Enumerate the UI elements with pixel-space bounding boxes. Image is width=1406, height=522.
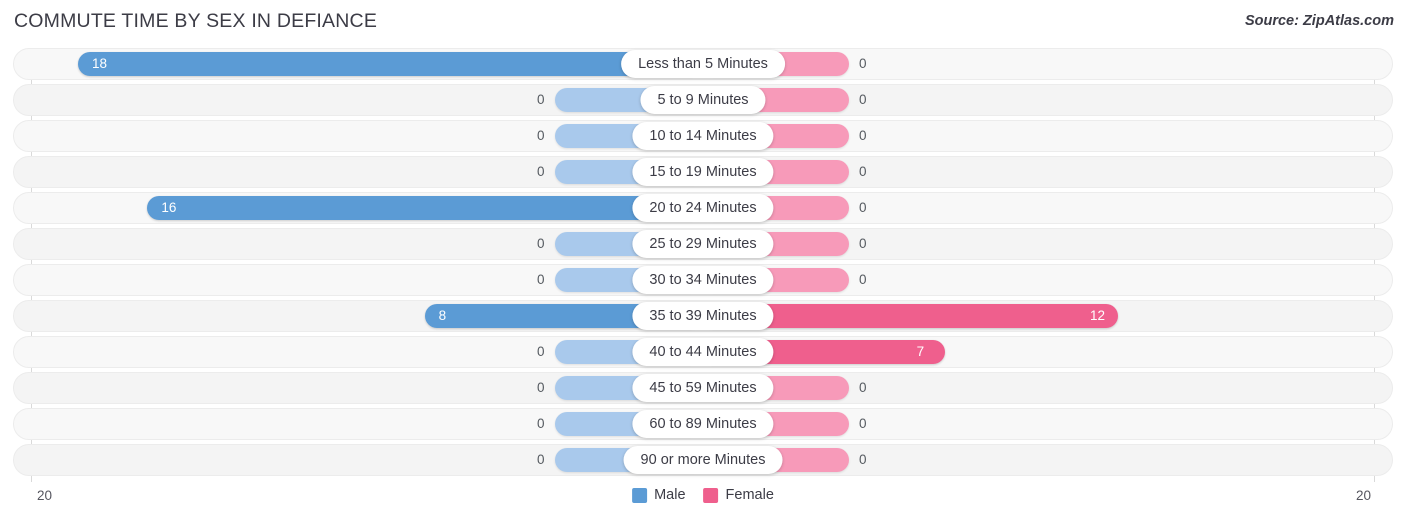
legend-swatch-male-icon (632, 487, 648, 503)
bar-row: 0 0 90 or more Minutes (0, 444, 1406, 476)
category-label: 45 to 59 Minutes (632, 374, 774, 402)
bar-value-male: 0 (537, 128, 545, 143)
category-label: 90 or more Minutes (623, 446, 783, 474)
bar-row: 0 0 10 to 14 Minutes (0, 120, 1406, 152)
bar-value-female: 7 (916, 344, 925, 359)
bar-value-female: 12 (1090, 308, 1106, 323)
category-label: 20 to 24 Minutes (632, 194, 774, 222)
bar-row: 0 0 30 to 34 Minutes (0, 264, 1406, 296)
bar-row: 16 0 20 to 24 Minutes (0, 192, 1406, 224)
plot-area: 18 0 Less than 5 Minutes 0 0 5 to 9 Minutes 0 0… (0, 48, 1406, 482)
commute-time-chart: COMMUTE TIME BY SEX IN DEFIANCE Source: … (0, 0, 1406, 522)
bar-row: 0 0 45 to 59 Minutes (0, 372, 1406, 404)
bar-row: 8 12 35 to 39 Minutes (0, 300, 1406, 332)
bar-value-male: 0 (537, 236, 545, 251)
category-label: 5 to 9 Minutes (640, 86, 766, 114)
bar-value-male: 16 (161, 200, 177, 215)
bar-row: 18 0 Less than 5 Minutes (0, 48, 1406, 80)
axis-tick-right: 20 (1355, 488, 1371, 503)
chart-footer: 20 20 Male Female (0, 482, 1406, 522)
category-label: 25 to 29 Minutes (632, 230, 774, 258)
category-label: 10 to 14 Minutes (632, 122, 774, 150)
legend-label-female: Female (725, 487, 774, 503)
bar-value-male: 0 (537, 344, 545, 359)
bar-value-male: 0 (537, 164, 545, 179)
bar-value-male: 0 (537, 272, 545, 287)
category-label: 35 to 39 Minutes (632, 302, 774, 330)
category-label: 40 to 44 Minutes (632, 338, 774, 366)
bar-value-male: 18 (92, 56, 108, 71)
bar-value-female: 0 (859, 236, 867, 251)
bar-value-male: 0 (537, 92, 545, 107)
bar-value-female: 0 (859, 128, 867, 143)
category-label: 60 to 89 Minutes (632, 410, 774, 438)
chart-header: COMMUTE TIME BY SEX IN DEFIANCE Source: … (0, 0, 1406, 44)
bar-male[interactable] (147, 196, 702, 220)
bar-value-female: 0 (859, 380, 867, 395)
category-label: 30 to 34 Minutes (632, 266, 774, 294)
bar-value-female: 0 (859, 92, 867, 107)
bar-male[interactable] (78, 52, 702, 76)
legend-label-male: Male (654, 487, 686, 503)
legend: Male Female (632, 487, 774, 503)
page-title: COMMUTE TIME BY SEX IN DEFIANCE (14, 10, 378, 32)
bar-row: 0 0 60 to 89 Minutes (0, 408, 1406, 440)
bar-value-male: 8 (438, 308, 447, 323)
bar-rows: 18 0 Less than 5 Minutes 0 0 5 to 9 Minutes 0 0… (0, 48, 1406, 480)
category-label: Less than 5 Minutes (621, 50, 785, 78)
bar-value-male: 0 (537, 452, 545, 467)
legend-item-female[interactable]: Female (703, 487, 774, 503)
bar-row: 0 7 40 to 44 Minutes (0, 336, 1406, 368)
bar-value-male: 0 (537, 380, 545, 395)
bar-value-female: 0 (859, 164, 867, 179)
bar-value-female: 0 (859, 272, 867, 287)
bar-row: 0 0 15 to 19 Minutes (0, 156, 1406, 188)
legend-item-male[interactable]: Male (632, 487, 686, 503)
bar-row: 0 0 25 to 29 Minutes (0, 228, 1406, 260)
bar-row: 0 0 5 to 9 Minutes (0, 84, 1406, 116)
category-label: 15 to 19 Minutes (632, 158, 774, 186)
bar-value-female: 0 (859, 200, 867, 215)
bar-value-male: 0 (537, 416, 545, 431)
bar-value-female: 0 (859, 416, 867, 431)
source-attribution: Source: ZipAtlas.com (1244, 13, 1394, 29)
bar-value-female: 0 (859, 56, 867, 71)
bar-value-female: 0 (859, 452, 867, 467)
legend-swatch-female-icon (703, 487, 719, 503)
axis-tick-left: 20 (37, 488, 53, 503)
